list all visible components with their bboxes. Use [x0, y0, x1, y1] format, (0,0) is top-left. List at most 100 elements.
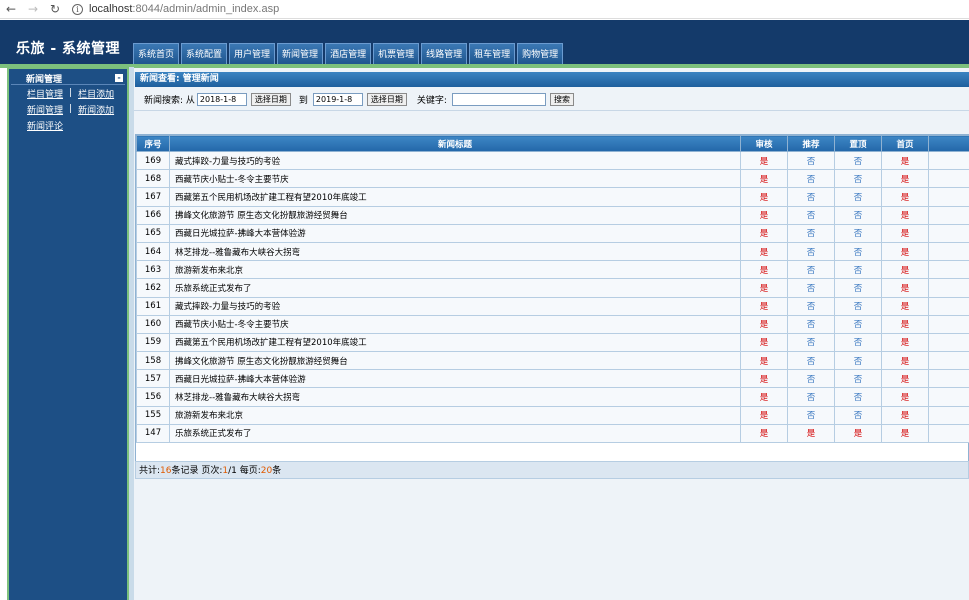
row-title[interactable]: 西藏日光城拉萨-拂峰大本营体验游	[169, 369, 741, 389]
sidebar-link[interactable]: 新闻评论	[27, 119, 63, 132]
top-flag[interactable]: 否	[834, 405, 882, 425]
row-title[interactable]: 拂峰文化旅游节 原生态文化扮靓旅游经贸舞台	[169, 351, 741, 371]
menu-tab-3[interactable]: 新闻管理	[277, 43, 324, 64]
audit-flag[interactable]: 是	[740, 296, 788, 316]
row-title[interactable]: 乐旅系统正式发布了	[169, 278, 741, 298]
menu-tab-1[interactable]: 系统配置	[181, 43, 228, 64]
pick-date-to-button[interactable]: 选择日期	[366, 93, 407, 106]
recommend-flag[interactable]: 否	[787, 387, 835, 407]
recommend-flag[interactable]: 否	[787, 187, 835, 207]
sidebar-link[interactable]: 栏目添加	[78, 87, 114, 100]
url-text[interactable]: localhost:8044/admin/admin_index.asp	[89, 3, 279, 15]
audit-flag[interactable]: 是	[740, 169, 788, 189]
recommend-flag[interactable]: 否	[787, 296, 835, 316]
recommend-flag[interactable]: 否	[787, 223, 835, 243]
recommend-flag[interactable]: 否	[787, 332, 835, 353]
date-from-input[interactable]	[196, 93, 247, 106]
recommend-flag[interactable]: 否	[787, 169, 835, 189]
audit-flag[interactable]: 是	[740, 423, 788, 444]
home-flag[interactable]: 是	[881, 150, 929, 171]
top-flag[interactable]: 否	[834, 150, 882, 171]
date-to-input[interactable]	[312, 93, 363, 106]
row-title[interactable]: 藏式摔跤-力量与技巧的考验	[169, 150, 741, 171]
row-title[interactable]: 旅游新发布来北京	[169, 405, 741, 425]
audit-flag[interactable]: 是	[740, 314, 788, 334]
sidebar-link[interactable]: 栏目管理	[27, 87, 63, 100]
audit-flag[interactable]: 是	[740, 405, 788, 425]
top-flag[interactable]: 否	[834, 260, 882, 280]
keyword-input[interactable]	[451, 93, 546, 106]
audit-flag[interactable]: 是	[740, 205, 788, 225]
audit-flag[interactable]: 是	[740, 387, 788, 407]
recommend-flag[interactable]: 否	[787, 369, 835, 389]
home-flag[interactable]: 是	[881, 296, 929, 316]
menu-tab-2[interactable]: 用户管理	[229, 43, 276, 64]
home-flag[interactable]: 是	[881, 369, 929, 389]
top-flag[interactable]: 否	[834, 187, 882, 207]
home-flag[interactable]: 是	[881, 387, 929, 407]
top-flag[interactable]: 否	[834, 351, 882, 371]
audit-flag[interactable]: 是	[740, 278, 788, 298]
forward-arrow-icon[interactable]: →	[22, 0, 44, 19]
row-title[interactable]: 西藏日光城拉萨-拂峰大本营体验游	[169, 223, 741, 243]
sidebar-link[interactable]: 新闻添加	[78, 103, 114, 116]
audit-flag[interactable]: 是	[740, 351, 788, 371]
audit-flag[interactable]: 是	[740, 150, 788, 171]
menu-tab-7[interactable]: 租车管理	[469, 43, 516, 64]
home-flag[interactable]: 是	[881, 423, 929, 444]
recommend-flag[interactable]: 否	[787, 241, 835, 262]
row-title[interactable]: 旅游新发布来北京	[169, 260, 741, 280]
top-flag[interactable]: 否	[834, 241, 882, 262]
sidebar-section-header[interactable]: 新闻管理 -	[11, 72, 125, 85]
row-title[interactable]: 拂峰文化旅游节 原生态文化扮靓旅游经贸舞台	[169, 205, 741, 225]
audit-flag[interactable]: 是	[740, 223, 788, 243]
top-flag[interactable]: 否	[834, 169, 882, 189]
recommend-flag[interactable]: 否	[787, 150, 835, 171]
row-title[interactable]: 西藏第五个民用机场改扩建工程有望2010年底竣工	[169, 332, 741, 353]
row-title[interactable]: 西藏节庆小贴士-冬令主要节庆	[169, 314, 741, 334]
audit-flag[interactable]: 是	[740, 187, 788, 207]
top-flag[interactable]: 否	[834, 223, 882, 243]
search-button[interactable]: 搜索	[549, 93, 574, 106]
home-flag[interactable]: 是	[881, 314, 929, 334]
menu-tab-8[interactable]: 购物管理	[517, 43, 564, 64]
audit-flag[interactable]: 是	[740, 260, 788, 280]
home-flag[interactable]: 是	[881, 169, 929, 189]
home-flag[interactable]: 是	[881, 351, 929, 371]
home-flag[interactable]: 是	[881, 332, 929, 353]
row-title[interactable]: 西藏第五个民用机场改扩建工程有望2010年底竣工	[169, 187, 741, 207]
recommend-flag[interactable]: 否	[787, 314, 835, 334]
audit-flag[interactable]: 是	[740, 241, 788, 262]
home-flag[interactable]: 是	[881, 205, 929, 225]
recommend-flag[interactable]: 否	[787, 351, 835, 371]
row-title[interactable]: 西藏节庆小贴士-冬令主要节庆	[169, 169, 741, 189]
top-flag[interactable]: 否	[834, 332, 882, 353]
home-flag[interactable]: 是	[881, 260, 929, 280]
audit-flag[interactable]: 是	[740, 332, 788, 353]
home-flag[interactable]: 是	[881, 278, 929, 298]
audit-flag[interactable]: 是	[740, 369, 788, 389]
recommend-flag[interactable]: 否	[787, 205, 835, 225]
top-flag[interactable]: 是	[834, 423, 882, 444]
back-arrow-icon[interactable]: ←	[0, 0, 22, 19]
reload-icon[interactable]: ↻	[44, 0, 66, 19]
recommend-flag[interactable]: 是	[787, 423, 835, 444]
home-flag[interactable]: 是	[881, 405, 929, 425]
menu-tab-6[interactable]: 线路管理	[421, 43, 468, 64]
recommend-flag[interactable]: 否	[787, 405, 835, 425]
pick-date-from-button[interactable]: 选择日期	[250, 93, 291, 106]
sidebar-link[interactable]: 新闻管理	[27, 103, 63, 116]
top-flag[interactable]: 否	[834, 387, 882, 407]
top-flag[interactable]: 否	[834, 205, 882, 225]
row-title[interactable]: 乐旅系统正式发布了	[169, 423, 741, 444]
address-bar[interactable]: i localhost:8044/admin/admin_index.asp	[72, 3, 279, 15]
menu-tab-5[interactable]: 机票管理	[373, 43, 420, 64]
row-title[interactable]: 林芝排龙--雅鲁藏布大峡谷大拐弯	[169, 387, 741, 407]
top-flag[interactable]: 否	[834, 369, 882, 389]
recommend-flag[interactable]: 否	[787, 278, 835, 298]
top-flag[interactable]: 否	[834, 278, 882, 298]
menu-tab-0[interactable]: 系统首页	[133, 43, 180, 64]
row-title[interactable]: 林芝排龙--雅鲁藏布大峡谷大拐弯	[169, 241, 741, 262]
recommend-flag[interactable]: 否	[787, 260, 835, 280]
row-title[interactable]: 藏式摔跤-力量与技巧的考验	[169, 296, 741, 316]
